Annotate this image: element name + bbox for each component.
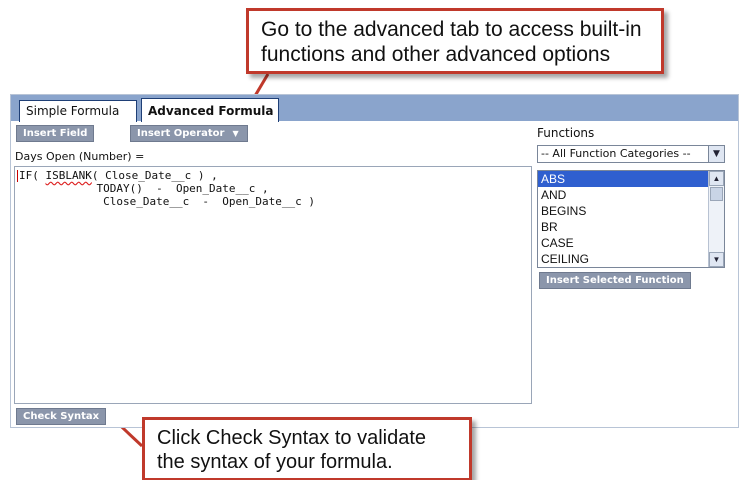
tab-advanced-formula[interactable]: Advanced Formula [141, 98, 279, 122]
formula-line: Close_Date__c - Open_Date__c ) [17, 195, 316, 208]
tab-simple-formula[interactable]: Simple Formula [19, 100, 137, 122]
function-list-item[interactable]: BR [538, 219, 708, 235]
callout-text-line: Click Check Syntax to validate [157, 427, 427, 449]
callout-text-line: Go to the advanced tab to access built-i… [261, 18, 642, 41]
scroll-up-icon[interactable]: ▲ [709, 171, 724, 186]
functions-label: Functions [537, 126, 595, 140]
function-list-item[interactable]: AND [538, 187, 708, 203]
formula-token: IF( [19, 169, 46, 182]
insert-operator-button[interactable]: Insert Operator ▼ [130, 125, 248, 142]
functions-scrollbar[interactable]: ▲ ▼ [708, 171, 724, 267]
callout-text-line: the syntax of your formula. [157, 451, 393, 473]
formula-editor-panel: Simple Formula Advanced Formula Insert F… [10, 94, 739, 428]
chevron-down-icon[interactable]: ▼ [708, 146, 724, 162]
function-category-select[interactable]: -- All Function Categories -- ▼ [537, 145, 725, 163]
callout-text-line: functions and other advanced options [261, 43, 611, 66]
check-syntax-callout: Click Check Syntax to validate the synta… [142, 417, 472, 480]
check-syntax-button[interactable]: Check Syntax [16, 408, 106, 425]
insert-field-button[interactable]: Insert Field [16, 125, 94, 142]
functions-listbox[interactable]: ABS AND BEGINS BR CASE CEILING ▲ ▼ [537, 170, 725, 268]
function-list-item[interactable]: ABS [538, 171, 708, 187]
tab-strip: Simple Formula Advanced Formula [11, 95, 738, 122]
formula-token: ( Close_Date__c ) , [91, 169, 218, 182]
function-list-item[interactable]: CASE [538, 235, 708, 251]
formula-field-label: Days Open (Number) = [15, 150, 145, 163]
formula-editor-textarea[interactable]: IF( ISBLANK( Close_Date__c ) , TODAY() -… [14, 166, 532, 404]
scroll-down-icon[interactable]: ▼ [709, 252, 724, 267]
formula-line: IF( ISBLANK( Close_Date__c ) , [17, 169, 529, 182]
insert-selected-function-button[interactable]: Insert Selected Function [539, 272, 691, 289]
chevron-down-icon: ▼ [232, 129, 239, 138]
function-list-item[interactable]: CEILING [538, 251, 708, 267]
text-cursor [17, 170, 18, 182]
scroll-thumb[interactable] [710, 187, 723, 201]
function-category-value: -- All Function Categories -- [541, 147, 691, 160]
formula-token-error: ISBLANK [45, 169, 92, 182]
insert-operator-label: Insert Operator [137, 128, 225, 139]
formula-line: TODAY() - Open_Date__c , [17, 182, 269, 195]
function-list-item[interactable]: BEGINS [538, 203, 708, 219]
advanced-tab-callout: Go to the advanced tab to access built-i… [246, 8, 664, 74]
